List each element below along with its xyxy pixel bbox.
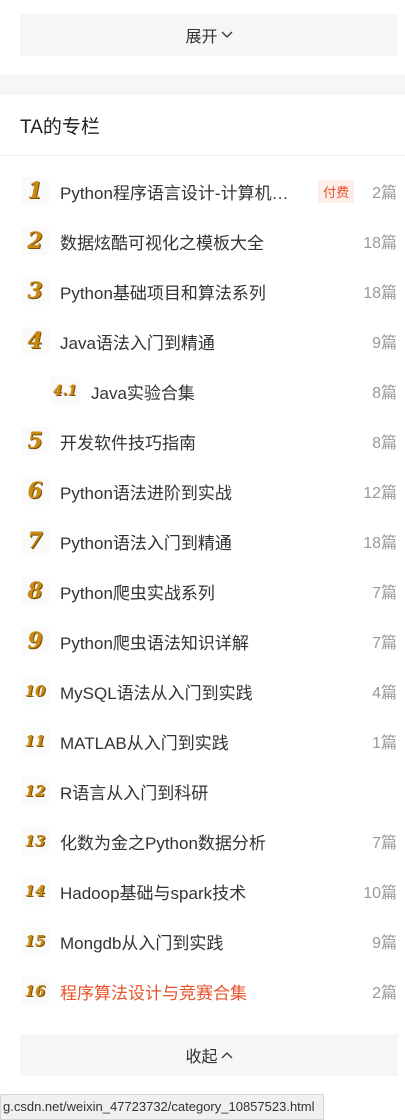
article-count: 8篇 — [372, 435, 397, 452]
column-item[interactable]: 7 Python语法入门到精通 18篇 — [0, 516, 405, 566]
column-item[interactable]: 3 Python基础项目和算法系列 18篇 — [0, 266, 405, 316]
title-divider — [0, 155, 405, 156]
column-item[interactable]: 5 开发软件技巧指南 8篇 — [0, 416, 405, 466]
column-name[interactable]: Python基础项目和算法系列 — [60, 279, 355, 304]
column-number-icon: 11 — [21, 727, 49, 755]
column-number-icon: 3 — [21, 277, 49, 305]
column-name[interactable]: 程序算法设计与竞赛合集 — [60, 979, 364, 1004]
column-number-icon: 2 — [21, 227, 49, 255]
article-count: 18篇 — [363, 285, 397, 302]
column-name[interactable]: Java实验合集 — [91, 379, 364, 404]
column-name[interactable]: R语言从入门到科研 — [60, 779, 389, 804]
column-item[interactable]: 13 化数为金之Python数据分析 7篇 — [0, 816, 405, 866]
article-count: 9篇 — [372, 935, 397, 952]
column-number-icon: 8 — [21, 577, 49, 605]
column-name[interactable]: Python程序语言设计-计算机… — [60, 179, 310, 204]
article-count: 4篇 — [372, 685, 397, 702]
column-name[interactable]: 数据炫酷可视化之模板大全 — [60, 229, 355, 254]
article-count: 7篇 — [372, 635, 397, 652]
column-name[interactable]: Python语法入门到精通 — [60, 529, 355, 554]
column-number-icon: 9 — [21, 627, 49, 655]
article-count: 7篇 — [372, 835, 397, 852]
column-name[interactable]: Python爬虫语法知识详解 — [60, 629, 364, 654]
expand-button[interactable]: 展开 — [20, 14, 398, 56]
column-number-icon: 15 — [21, 927, 49, 955]
column-number-icon: 5 — [21, 427, 49, 455]
column-number-icon: 14 — [21, 877, 49, 905]
expand-label: 展开 — [185, 29, 218, 46]
article-count: 7篇 — [372, 585, 397, 602]
article-count: 8篇 — [372, 385, 397, 402]
chevron-down-icon — [221, 28, 233, 42]
column-item[interactable]: 14 Hadoop基础与spark技术 10篇 — [0, 866, 405, 916]
chevron-up-icon — [221, 1048, 233, 1062]
status-bar-url: g.csdn.net/weixin_47723732/category_1085… — [0, 1094, 324, 1120]
column-name[interactable]: Hadoop基础与spark技术 — [60, 879, 355, 904]
column-item[interactable]: 1 Python程序语言设计-计算机… 付费 2篇 — [0, 166, 405, 216]
column-item[interactable]: 15 Mongdb从入门到实践 9篇 — [0, 916, 405, 966]
paid-badge: 付费 — [318, 179, 355, 203]
article-count: 18篇 — [363, 535, 397, 552]
column-item[interactable]: 9 Python爬虫语法知识详解 7篇 — [0, 616, 405, 666]
column-number-icon: 4 — [21, 327, 49, 355]
column-list: 1 Python程序语言设计-计算机… 付费 2篇 2 数据炫酷可视化之模板大全 18篇 3 P… — [0, 166, 405, 1016]
collapse-button[interactable]: 收起 — [20, 1034, 398, 1076]
section-divider — [0, 75, 405, 95]
column-name[interactable]: 化数为金之Python数据分析 — [60, 829, 364, 854]
article-count: 9篇 — [372, 335, 397, 352]
column-item[interactable]: 4.1 Java实验合集 8篇 — [0, 366, 405, 416]
article-count: 12篇 — [363, 485, 397, 502]
column-name[interactable]: Python爬虫实战系列 — [60, 579, 364, 604]
column-name[interactable]: Java语法入门到精通 — [60, 329, 364, 354]
column-number-icon: 10 — [21, 677, 49, 705]
article-count: 2篇 — [372, 985, 397, 1002]
column-item[interactable]: 2 数据炫酷可视化之模板大全 18篇 — [0, 216, 405, 266]
column-number-icon: 1 — [21, 177, 49, 205]
column-item[interactable]: 8 Python爬虫实战系列 7篇 — [0, 566, 405, 616]
collapse-label: 收起 — [185, 1049, 218, 1066]
article-count: 1篇 — [372, 735, 397, 752]
column-number-icon: 6 — [21, 477, 49, 505]
column-number-icon: 13 — [21, 827, 49, 855]
column-number-icon: 12 — [21, 777, 49, 805]
section-title: TA的专栏 — [20, 117, 100, 138]
column-name[interactable]: Python语法进阶到实战 — [60, 479, 355, 504]
column-item[interactable]: 11 MATLAB从入门到实践 1篇 — [0, 716, 405, 766]
column-number-icon: 4.1 — [50, 377, 80, 405]
column-name[interactable]: Mongdb从入门到实践 — [60, 929, 364, 954]
column-name[interactable]: MATLAB从入门到实践 — [60, 729, 364, 754]
article-count: 18篇 — [363, 235, 397, 252]
column-name[interactable]: MySQL语法从入门到实践 — [60, 679, 364, 704]
column-item[interactable]: 12 R语言从入门到科研 — [0, 766, 405, 816]
article-count: 2篇 — [372, 185, 397, 202]
column-number-icon: 16 — [21, 977, 49, 1005]
column-item[interactable]: 10 MySQL语法从入门到实践 4篇 — [0, 666, 405, 716]
column-number-icon: 7 — [21, 527, 49, 555]
column-name[interactable]: 开发软件技巧指南 — [60, 429, 364, 454]
column-item[interactable]: 16 程序算法设计与竞赛合集 2篇 — [0, 966, 405, 1016]
column-item[interactable]: 6 Python语法进阶到实战 12篇 — [0, 466, 405, 516]
column-item[interactable]: 4 Java语法入门到精通 9篇 — [0, 316, 405, 366]
article-count: 10篇 — [363, 885, 397, 902]
